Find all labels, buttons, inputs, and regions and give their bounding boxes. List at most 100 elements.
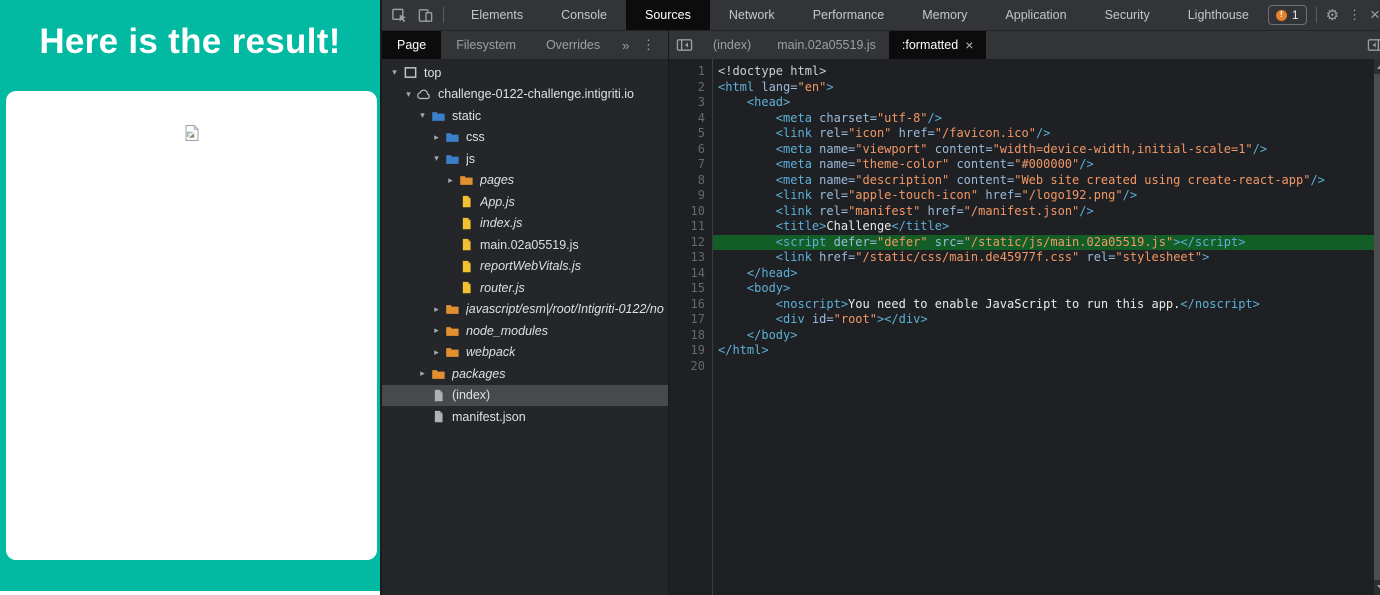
code-line-10[interactable]: 10 <link rel="manifest" href="/manifest.… bbox=[669, 204, 1374, 220]
scroll-down-icon[interactable] bbox=[1374, 580, 1380, 595]
code-line-15[interactable]: 15 <body> bbox=[669, 281, 1374, 297]
tree-item-css[interactable]: ▸ css bbox=[382, 127, 668, 149]
frame-icon bbox=[402, 65, 418, 81]
panel-tab-network[interactable]: Network bbox=[710, 0, 794, 30]
tree-item-label: pages bbox=[480, 173, 514, 187]
domain-cloud-icon bbox=[416, 86, 432, 102]
tree-item-label: index.js bbox=[480, 216, 522, 230]
code-line-12[interactable]: 12 <script defer="defer" src="/static/js… bbox=[669, 235, 1374, 251]
panel-tab-security[interactable]: Security bbox=[1086, 0, 1169, 30]
expand-arrow-icon[interactable]: ▾ bbox=[430, 153, 443, 164]
toggle-debugger-sidebar-icon[interactable] bbox=[1367, 38, 1380, 52]
tree-item-pages[interactable]: ▸ pages bbox=[382, 170, 668, 192]
editor-tab-formatted[interactable]: :formatted× bbox=[889, 31, 986, 59]
code-line-text: <meta name="theme-color" content="#00000… bbox=[712, 157, 1374, 173]
panel-tab-sources[interactable]: Sources bbox=[626, 0, 710, 30]
more-options-icon[interactable]: ⋮ bbox=[1348, 7, 1361, 23]
folder-icon bbox=[430, 366, 446, 382]
folder-icon bbox=[458, 172, 474, 188]
device-toolbar-icon[interactable] bbox=[417, 7, 434, 24]
panel-tab-lighthouse[interactable]: Lighthouse bbox=[1169, 0, 1268, 30]
panel-tab-memory[interactable]: Memory bbox=[903, 0, 986, 30]
line-number: 1 bbox=[669, 64, 712, 80]
tree-item-index[interactable]: (index) bbox=[382, 385, 668, 407]
collapsed-arrow-icon[interactable]: ▸ bbox=[444, 175, 457, 186]
close-devtools-icon[interactable]: × bbox=[1370, 5, 1380, 25]
tree-item-reportwebvitals-js[interactable]: reportWebVitals.js bbox=[382, 256, 668, 278]
code-line-9[interactable]: 9 <link rel="apple-touch-icon" href="/lo… bbox=[669, 188, 1374, 204]
tab-label: Performance bbox=[813, 8, 885, 22]
code-line-20[interactable]: 20 bbox=[669, 359, 1374, 375]
tree-item-app-js[interactable]: App.js bbox=[382, 191, 668, 213]
navigator-menu-icon[interactable]: ⋮ bbox=[642, 31, 668, 59]
code-line-5[interactable]: 5 <link rel="icon" href="/favicon.ico"/> bbox=[669, 126, 1374, 142]
navigator-tab-overrides[interactable]: Overrides bbox=[531, 31, 615, 59]
more-tabs-chevron-icon[interactable]: » bbox=[615, 31, 636, 59]
settings-gear-icon[interactable]: ⚙ bbox=[1326, 6, 1339, 24]
collapsed-arrow-icon[interactable]: ▸ bbox=[430, 132, 443, 143]
tree-item-js[interactable]: ▾js bbox=[382, 148, 668, 170]
line-number: 9 bbox=[669, 188, 712, 204]
collapsed-arrow-icon[interactable]: ▸ bbox=[430, 325, 443, 336]
code-editor: 1<!doctype html>2<html lang="en">3 <head… bbox=[669, 59, 1380, 595]
panel-tab-application[interactable]: Application bbox=[986, 0, 1085, 30]
panel-tab-elements[interactable]: Elements bbox=[452, 0, 542, 30]
code-line-18[interactable]: 18 </body> bbox=[669, 328, 1374, 344]
collapsed-arrow-icon[interactable]: ▸ bbox=[430, 304, 443, 315]
collapsed-arrow-icon[interactable]: ▸ bbox=[416, 368, 429, 379]
code-line-8[interactable]: 8 <meta name="description" content="Web … bbox=[669, 173, 1374, 189]
tree-item-manifest-json[interactable]: manifest.json bbox=[382, 406, 668, 428]
tab-label: Application bbox=[1005, 8, 1066, 22]
code-line-7[interactable]: 7 <meta name="theme-color" content="#000… bbox=[669, 157, 1374, 173]
code-line-3[interactable]: 3 <head> bbox=[669, 95, 1374, 111]
expand-arrow-icon[interactable]: ▾ bbox=[388, 67, 401, 78]
tree-item-javascript-esm-root-intigriti-0122-no[interactable]: ▸javascript/esm|/root/Intigriti-0122/no bbox=[382, 299, 668, 321]
navigator-tab-page[interactable]: Page bbox=[382, 31, 441, 59]
editor-scrollbar[interactable] bbox=[1374, 59, 1380, 595]
tree-item-challenge-0122-challenge-intigriti-io[interactable]: ▾challenge-0122-challenge.intigriti.io bbox=[382, 84, 668, 106]
code-line-1[interactable]: 1<!doctype html> bbox=[669, 64, 1374, 80]
toggle-navigator-icon[interactable] bbox=[676, 38, 693, 52]
expand-arrow-icon[interactable]: ▾ bbox=[416, 110, 429, 121]
code-line-6[interactable]: 6 <meta name="viewport" content="width=d… bbox=[669, 142, 1374, 158]
code-line-4[interactable]: 4 <meta charset="utf-8"/> bbox=[669, 111, 1374, 127]
close-tab-icon[interactable]: × bbox=[965, 37, 973, 53]
collapsed-arrow-icon[interactable]: ▸ bbox=[430, 347, 443, 358]
issues-count: 1 bbox=[1292, 8, 1299, 22]
js-file-icon bbox=[458, 237, 474, 253]
tree-item-webpack[interactable]: ▸webpack bbox=[382, 342, 668, 364]
editor-tab-index[interactable]: (index) bbox=[700, 31, 764, 59]
js-file-icon bbox=[458, 215, 474, 231]
panel-tab-console[interactable]: Console bbox=[542, 0, 626, 30]
issues-badge[interactable]: ! 1 bbox=[1268, 5, 1307, 25]
tree-item-main-02a05519-js[interactable]: main.02a05519.js bbox=[382, 234, 668, 256]
tree-item-packages[interactable]: ▸packages bbox=[382, 363, 668, 385]
scroll-up-icon[interactable] bbox=[1374, 59, 1380, 74]
tree-item-label: css bbox=[466, 130, 485, 144]
expand-arrow-icon[interactable]: ▾ bbox=[402, 89, 415, 100]
code-line-text: <html lang="en"> bbox=[712, 80, 1374, 96]
code-line-13[interactable]: 13 <link href="/static/css/main.de45977f… bbox=[669, 250, 1374, 266]
tree-item-top[interactable]: ▾top bbox=[382, 62, 668, 84]
editor-tab-main-02a05519-js[interactable]: main.02a05519.js bbox=[764, 31, 889, 59]
code-area[interactable]: 1<!doctype html>2<html lang="en">3 <head… bbox=[669, 59, 1374, 595]
panel-tab-performance[interactable]: Performance bbox=[794, 0, 904, 30]
code-line-17[interactable]: 17 <div id="root"></div> bbox=[669, 312, 1374, 328]
tree-item-index-js[interactable]: index.js bbox=[382, 213, 668, 235]
code-line-2[interactable]: 2<html lang="en"> bbox=[669, 80, 1374, 96]
code-line-16[interactable]: 16 <noscript>You need to enable JavaScri… bbox=[669, 297, 1374, 313]
navigator-tab-bar: PageFilesystemOverrides » ⋮ bbox=[382, 31, 669, 59]
tree-item-node-modules[interactable]: ▸node_modules bbox=[382, 320, 668, 342]
line-number: 3 bbox=[669, 95, 712, 111]
scrollbar-thumb[interactable] bbox=[1374, 74, 1380, 580]
tree-item-router-js[interactable]: router.js bbox=[382, 277, 668, 299]
devtools-main-toolbar: ElementsConsoleSourcesNetwork Performance… bbox=[382, 0, 1380, 30]
inspect-element-icon[interactable] bbox=[391, 7, 408, 24]
tree-item-static[interactable]: ▾static bbox=[382, 105, 668, 127]
code-line-text: <body> bbox=[712, 281, 1374, 297]
page-horizontal-scrollbar[interactable] bbox=[0, 591, 380, 595]
navigator-tab-filesystem[interactable]: Filesystem bbox=[441, 31, 531, 59]
code-line-11[interactable]: 11 <title>Challenge</title> bbox=[669, 219, 1374, 235]
code-line-14[interactable]: 14 </head> bbox=[669, 266, 1374, 282]
code-line-19[interactable]: 19</html> bbox=[669, 343, 1374, 359]
